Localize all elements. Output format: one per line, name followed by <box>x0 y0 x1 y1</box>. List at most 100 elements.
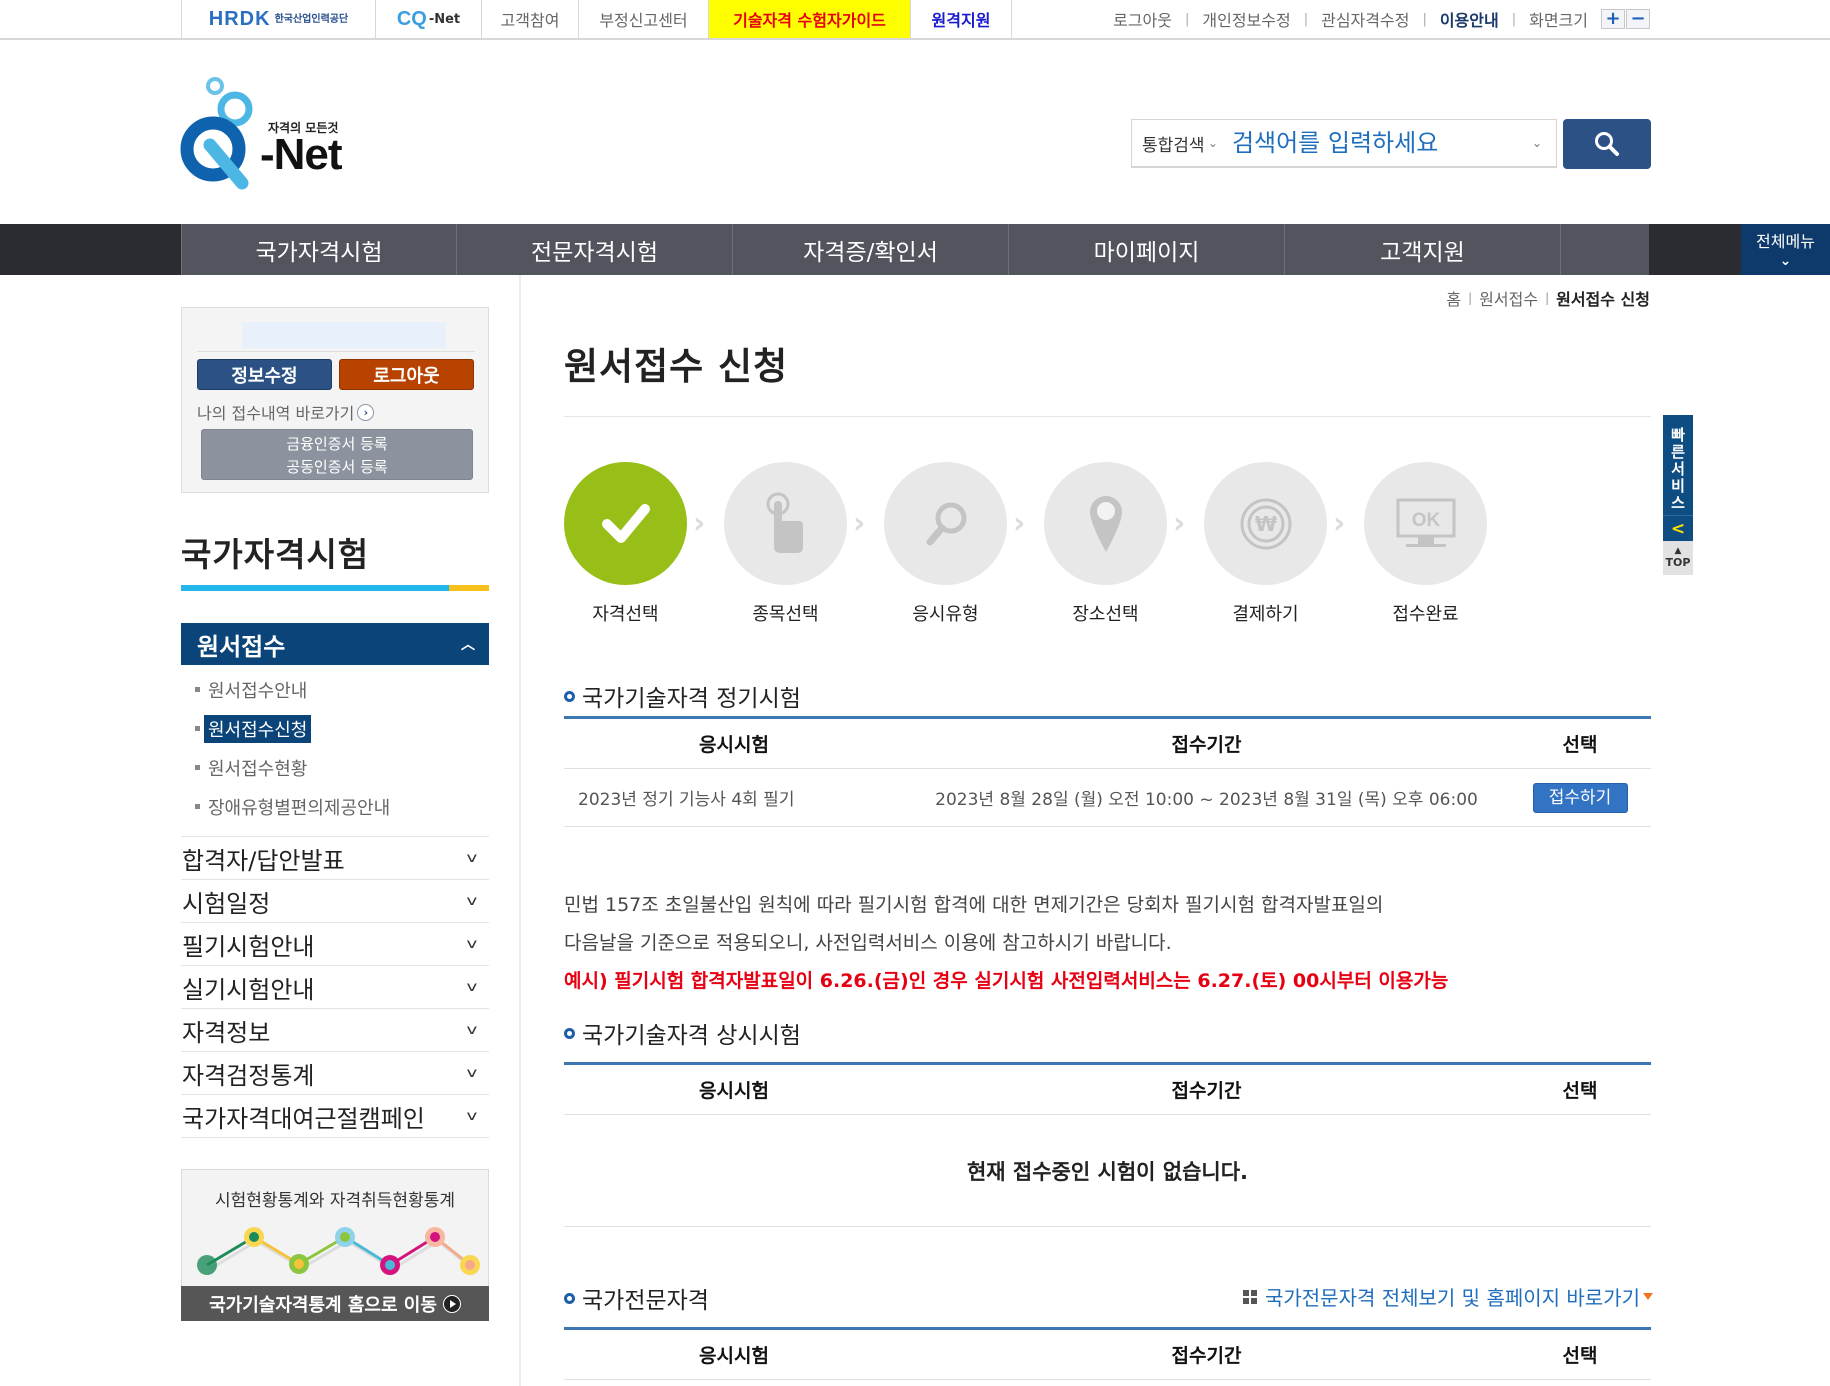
hrdk-logo-link[interactable]: HRDK 한국산업인력공단 <box>181 0 375 38</box>
sidebar-sub-item-apply[interactable]: 원서접수신청 <box>181 709 489 748</box>
quick-service-button[interactable]: 빠 른 서 비 스 <box>1663 415 1693 515</box>
financial-cert-register-link[interactable]: 금융인증서 등록 <box>202 433 472 456</box>
apply-button[interactable]: 접수하기 <box>1532 782 1628 813</box>
statistics-banner[interactable]: 시험현황통계와 자격취득현황통계 국가기술자격통계 홈으로 이동 <box>181 1169 489 1321</box>
chevron-right-circle-icon: › <box>357 403 375 421</box>
col-header-select: 선택 <box>1562 1345 1598 1367</box>
nav-certificate[interactable]: 자격증/확인서 <box>733 224 1009 275</box>
joint-cert-register-link[interactable]: 공동인증서 등록 <box>202 456 472 479</box>
quick-service-char: 빠 <box>1671 426 1685 444</box>
chevron-down-icon: v <box>466 893 478 909</box>
cqnet-logo: CQ <box>396 7 427 30</box>
sidebar-item-results[interactable]: 합격자/답안발표 v <box>181 837 489 880</box>
step-location: 장소선택 <box>1044 462 1167 626</box>
logo-text: -Net <box>260 130 343 179</box>
nav-professional-qualification[interactable]: 전문자격시험 <box>457 224 733 275</box>
table-header: 응시시험 접수기간 선택 <box>564 719 1651 769</box>
chevron-down-icon: v <box>466 850 478 866</box>
grid-icon <box>1242 1289 1257 1304</box>
sidebar-item-written-guide[interactable]: 필기시험안내 v <box>181 923 489 966</box>
logout-link[interactable]: 로그아웃 <box>1113 7 1172 31</box>
sidebar-sub-list: 원서접수안내 원서접수신청 원서접수현황 장애유형별편의제공안내 <box>181 670 489 826</box>
sidebar-sub-item-accessibility[interactable]: 장애유형별편의제공안내 <box>181 787 489 826</box>
scroll-top-button[interactable]: ▲ TOP <box>1663 541 1693 575</box>
nav-mypage[interactable]: 마이페이지 <box>1009 224 1285 275</box>
bullet-icon <box>195 687 200 692</box>
search-button[interactable] <box>1563 119 1651 169</box>
report-center-link[interactable]: 부정신고센터 <box>578 0 708 38</box>
qnet-logo[interactable]: 자격의 모든것 -Net <box>180 75 350 190</box>
sidebar-sub-item-guide[interactable]: 원서접수안내 <box>181 670 489 709</box>
edit-info-button[interactable]: 정보수정 <box>197 359 332 390</box>
bullet-circle-icon <box>564 1027 575 1039</box>
usage-guide-link[interactable]: 이용안내 <box>1440 7 1499 31</box>
breadcrumb-home[interactable]: 홈 <box>1446 286 1461 310</box>
sidebar-sub-label: 장애유형별편의제공안내 <box>208 797 391 819</box>
main-navigation: 국가자격시험 전문자격시험 자격증/확인서 마이페이지 고객지원 전체메뉴 ⌄ <box>0 224 1830 275</box>
nav-customer-support[interactable]: 고객지원 <box>1285 224 1561 275</box>
notice-line-1: 민법 157조 초일불산입 원칙에 따라 필기시험 합격에 대한 면제기간은 당… <box>564 894 1384 916</box>
exam-name: 2023년 정기 기능사 4회 필기 <box>578 790 795 810</box>
title-divider <box>564 416 1651 417</box>
bullet-circle-icon <box>564 690 575 702</box>
professional-link-label: 국가전문자격 전체보기 및 홈페이지 바로가기 <box>1264 1286 1640 1310</box>
search-input[interactable] <box>1229 123 1532 163</box>
sidebar-item-qualification-info[interactable]: 자격정보 v <box>181 1009 489 1052</box>
col-header-select: 선택 <box>1562 1080 1598 1102</box>
bullet-circle-icon <box>564 1292 575 1304</box>
cqnet-logo-link[interactable]: CQ -Net <box>375 0 481 38</box>
professional-homepage-link[interactable]: 국가전문자격 전체보기 및 홈페이지 바로가기 <box>1242 1282 1653 1311</box>
step-label: 결제하기 <box>1232 604 1299 625</box>
quick-service-char: 스 <box>1671 494 1685 512</box>
all-menu-button[interactable]: 전체메뉴 ⌄ <box>1741 224 1830 275</box>
step-label: 장소선택 <box>1072 604 1139 625</box>
zoom-in-button[interactable]: + <box>1601 9 1625 29</box>
breadcrumb-application[interactable]: 원서접수 <box>1479 286 1538 310</box>
qnet-logo-mark-icon <box>180 77 253 190</box>
search-scope-value: 통합검색 <box>1142 135 1205 156</box>
sidebar-item-label: 자격검정통계 <box>182 1061 315 1090</box>
magnifier-icon <box>926 502 966 545</box>
examinee-guide-link[interactable]: 기술자격 수험자가이드 <box>708 0 910 38</box>
sidebar-item-campaign[interactable]: 국가자격대여근절캠페인 v <box>181 1095 489 1138</box>
sidebar-item-statistics[interactable]: 자격검정통계 v <box>181 1052 489 1095</box>
chevron-left-icon[interactable]: < <box>1663 515 1693 541</box>
nav-national-qualification[interactable]: 국가자격시험 <box>181 224 457 275</box>
section-title-text: 국가기술자격 상시시험 <box>582 1023 801 1049</box>
customer-participation-link[interactable]: 고객참여 <box>481 0 578 38</box>
sidebar-sub-item-status[interactable]: 원서접수현황 <box>181 748 489 787</box>
separator: | <box>1511 11 1517 27</box>
step-item: 종목선택 <box>724 462 847 626</box>
sidebar-item-label: 시험일정 <box>182 889 271 918</box>
check-icon <box>601 503 650 543</box>
quick-service-char: 서 <box>1671 460 1685 478</box>
col-header-exam: 응시시험 <box>699 1345 769 1367</box>
chevron-up-icon: ︿ <box>461 637 475 653</box>
sidebar-item-practical-guide[interactable]: 실기시험안내 v <box>181 966 489 1009</box>
chevron-down-icon[interactable]: ⌄ <box>1532 136 1542 150</box>
sidebar-group-label: 원서접수 <box>197 632 286 661</box>
quick-service-char: 비 <box>1671 477 1685 495</box>
separator: | <box>1468 291 1473 305</box>
cqnet-logo-suffix: -Net <box>428 11 461 27</box>
my-history-link[interactable]: 나의 접수내역 바로가기 › <box>197 400 375 424</box>
sidebar-item-label: 필기시험안내 <box>182 932 315 961</box>
sidebar-sub-label: 원서접수안내 <box>208 680 308 702</box>
search-scope-select[interactable]: 통합검색 ⌄ <box>1132 131 1230 156</box>
sidebar-group-application[interactable]: 원서접수 ︿ <box>181 623 489 665</box>
chevron-right-icon: › <box>1173 506 1186 541</box>
monitor-ok-icon: OK <box>1396 498 1455 547</box>
breadcrumb-current: 원서접수 신청 <box>1556 290 1650 309</box>
sidebar-menu: 합격자/답안발표 v 시험일정 v 필기시험안내 v 실기시험안내 v 자격정보 v 자격… <box>181 836 489 1138</box>
sidebar-item-schedule[interactable]: 시험일정 v <box>181 880 489 923</box>
sidebar-sub-label: 원서접수현황 <box>208 758 308 780</box>
remote-support-link[interactable]: 원격지원 <box>910 0 1012 38</box>
interest-qualification-link[interactable]: 관심자격수정 <box>1321 7 1409 31</box>
page-title: 원서접수 신청 <box>564 345 789 388</box>
edit-profile-link[interactable]: 개인정보수정 <box>1202 7 1290 31</box>
zoom-out-button[interactable]: − <box>1626 9 1650 29</box>
logout-button[interactable]: 로그아웃 <box>339 359 474 390</box>
bullet-icon <box>195 765 200 770</box>
section-title-text: 국가기술자격 정기시험 <box>582 686 801 712</box>
step-label: 종목선택 <box>752 604 819 625</box>
